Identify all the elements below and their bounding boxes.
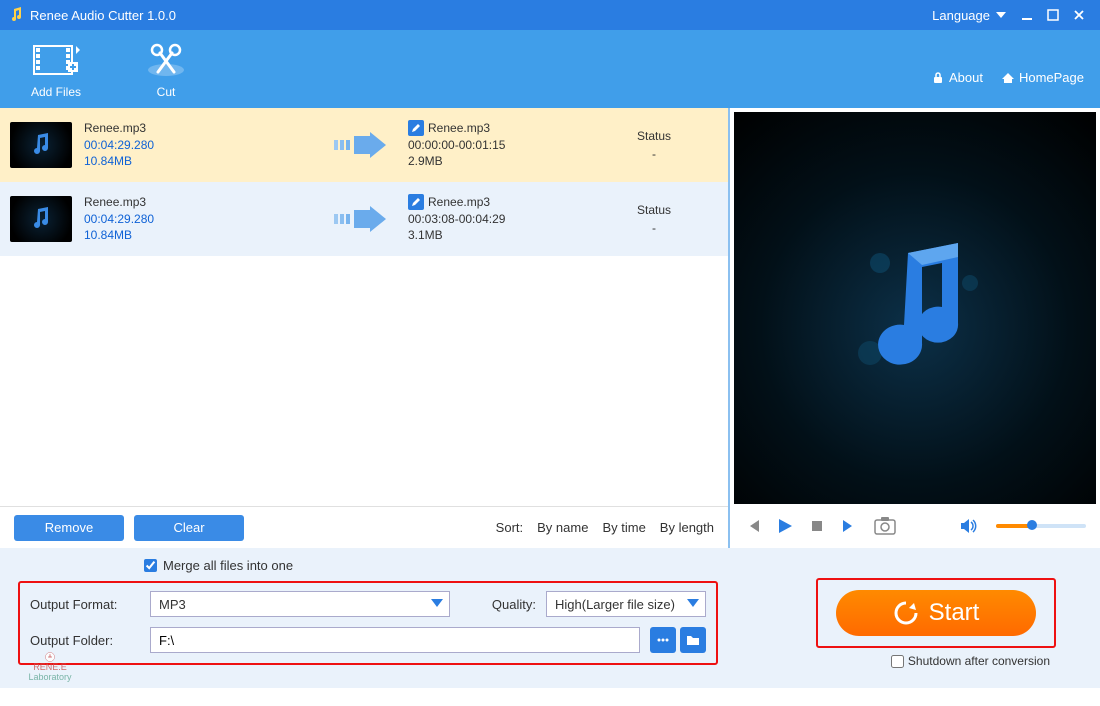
file-thumbnail bbox=[10, 122, 72, 168]
preview-area bbox=[734, 112, 1096, 504]
source-duration: 00:04:29.280 bbox=[84, 211, 314, 228]
sort-by-name[interactable]: By name bbox=[537, 520, 588, 535]
chevron-down-icon bbox=[996, 12, 1006, 18]
volume-icon[interactable] bbox=[960, 517, 978, 535]
cut-label: Cut bbox=[157, 85, 176, 99]
shutdown-row: Shutdown after conversion bbox=[891, 654, 1050, 668]
output-size: 2.9MB bbox=[408, 153, 578, 170]
output-format-dropdown[interactable]: MP3 bbox=[150, 591, 450, 617]
output-folder-label: Output Folder: bbox=[30, 633, 140, 648]
output-range: 00:03:08-00:04:29 bbox=[408, 211, 578, 228]
output-size: 3.1MB bbox=[408, 227, 578, 244]
file-list-pane: Renee.mp3 00:04:29.280 10.84MB Renee.mp3… bbox=[0, 108, 730, 548]
stop-button[interactable] bbox=[808, 517, 826, 535]
toolbar: Add Files Cut About HomePage bbox=[0, 30, 1100, 108]
output-settings-box: Output Format: MP3 Quality: High(Larger … bbox=[18, 581, 718, 665]
source-size: 10.84MB bbox=[84, 153, 314, 170]
output-format-value: MP3 bbox=[159, 597, 186, 612]
output-filename: Renee.mp3 bbox=[428, 194, 490, 211]
browse-button[interactable] bbox=[650, 627, 676, 653]
output-filename: Renee.mp3 bbox=[428, 120, 490, 137]
output-folder-input[interactable] bbox=[150, 627, 640, 653]
shutdown-label: Shutdown after conversion bbox=[908, 654, 1050, 668]
edit-icon[interactable] bbox=[408, 120, 424, 136]
play-button[interactable] bbox=[776, 517, 794, 535]
source-info: Renee.mp3 00:04:29.280 10.84MB bbox=[84, 194, 314, 244]
add-files-button[interactable]: Add Files bbox=[16, 39, 96, 99]
sort-label: Sort: bbox=[496, 520, 523, 535]
quality-dropdown[interactable]: High(Larger file size) bbox=[546, 591, 706, 617]
player-controls bbox=[730, 504, 1100, 548]
file-row[interactable]: Renee.mp3 00:04:29.280 10.84MB Renee.mp3… bbox=[0, 182, 728, 256]
start-label: Start bbox=[929, 599, 980, 627]
homepage-link[interactable]: HomePage bbox=[1001, 70, 1084, 85]
close-button[interactable] bbox=[1066, 5, 1092, 25]
source-filename: Renee.mp3 bbox=[84, 194, 314, 211]
file-row[interactable]: Renee.mp3 00:04:29.280 10.84MB Renee.mp3… bbox=[0, 108, 728, 182]
vendor-badge: RENE.E Laboratory bbox=[10, 652, 90, 682]
list-bottom-bar: Remove Clear Sort: By name By time By le… bbox=[0, 506, 728, 548]
add-files-label: Add Files bbox=[31, 85, 81, 99]
status-column: Status - bbox=[590, 129, 718, 161]
sort-by-time[interactable]: By time bbox=[602, 520, 645, 535]
chevron-down-icon bbox=[431, 599, 443, 607]
arrow-icon bbox=[326, 132, 396, 158]
lock-icon bbox=[931, 71, 945, 85]
source-size: 10.84MB bbox=[84, 227, 314, 244]
output-info: Renee.mp3 00:00:00-00:01:15 2.9MB bbox=[408, 120, 578, 170]
snapshot-button[interactable] bbox=[872, 517, 898, 535]
shutdown-checkbox[interactable] bbox=[891, 655, 904, 668]
next-button[interactable] bbox=[840, 517, 858, 535]
output-panel: Merge all files into one Output Format: … bbox=[0, 548, 1100, 688]
toolbar-links: About HomePage bbox=[931, 70, 1084, 85]
quality-label: Quality: bbox=[492, 597, 536, 612]
open-folder-button[interactable] bbox=[680, 627, 706, 653]
source-info: Renee.mp3 00:04:29.280 10.84MB bbox=[84, 120, 314, 170]
status-header: Status bbox=[590, 129, 718, 143]
main-area: Renee.mp3 00:04:29.280 10.84MB Renee.mp3… bbox=[0, 108, 1100, 548]
quality-value: High(Larger file size) bbox=[555, 597, 675, 612]
cut-button[interactable]: Cut bbox=[126, 39, 206, 99]
output-info: Renee.mp3 00:03:08-00:04:29 3.1MB bbox=[408, 194, 578, 244]
edit-icon[interactable] bbox=[408, 194, 424, 210]
status-value: - bbox=[590, 221, 718, 235]
sort-by-length[interactable]: By length bbox=[660, 520, 714, 535]
prev-button[interactable] bbox=[744, 517, 762, 535]
file-thumbnail bbox=[10, 196, 72, 242]
preview-pane bbox=[730, 108, 1100, 548]
source-duration: 00:04:29.280 bbox=[84, 137, 314, 154]
status-value: - bbox=[590, 147, 718, 161]
about-link[interactable]: About bbox=[931, 70, 983, 85]
app-icon bbox=[8, 7, 24, 23]
output-format-label: Output Format: bbox=[30, 597, 140, 612]
sort-controls: Sort: By name By time By length bbox=[496, 520, 714, 535]
language-label: Language bbox=[932, 8, 990, 23]
chevron-down-icon bbox=[687, 599, 699, 607]
filmstrip-icon bbox=[32, 39, 80, 81]
remove-button[interactable]: Remove bbox=[14, 515, 124, 541]
volume-slider[interactable] bbox=[996, 524, 1086, 528]
titlebar: Renee Audio Cutter 1.0.0 Language bbox=[0, 0, 1100, 30]
source-filename: Renee.mp3 bbox=[84, 120, 314, 137]
clear-button[interactable]: Clear bbox=[134, 515, 244, 541]
output-range: 00:00:00-00:01:15 bbox=[408, 137, 578, 154]
status-column: Status - bbox=[590, 203, 718, 235]
merge-checkbox[interactable] bbox=[144, 559, 157, 572]
merge-label: Merge all files into one bbox=[163, 558, 293, 573]
file-list: Renee.mp3 00:04:29.280 10.84MB Renee.mp3… bbox=[0, 108, 728, 506]
app-title: Renee Audio Cutter 1.0.0 bbox=[30, 8, 932, 23]
scissors-icon bbox=[144, 39, 188, 81]
start-box: Start bbox=[816, 578, 1056, 648]
language-dropdown[interactable]: Language bbox=[932, 8, 1006, 23]
minimize-button[interactable] bbox=[1014, 5, 1040, 25]
refresh-icon bbox=[893, 600, 919, 626]
music-note-icon bbox=[830, 223, 1000, 393]
start-button[interactable]: Start bbox=[836, 590, 1036, 636]
home-icon bbox=[1001, 71, 1015, 85]
arrow-icon bbox=[326, 206, 396, 232]
maximize-button[interactable] bbox=[1040, 5, 1066, 25]
vendor-icon bbox=[39, 652, 61, 662]
status-header: Status bbox=[590, 203, 718, 217]
merge-checkbox-row: Merge all files into one bbox=[144, 558, 1082, 573]
